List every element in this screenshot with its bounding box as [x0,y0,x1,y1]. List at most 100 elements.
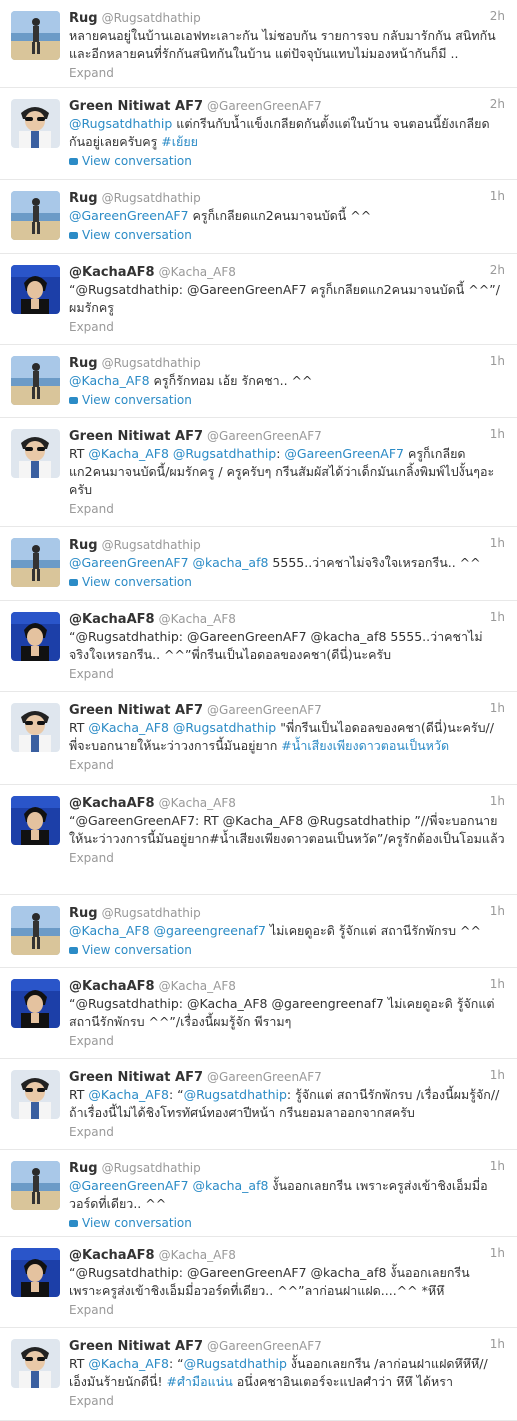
tweet-link[interactable]: @GareenGreenAF7 [69,1178,189,1193]
tweet-item[interactable]: Rug @Rugsatdhathip 1h @GareenGreenAF7 ครู… [0,180,517,254]
avatar[interactable] [11,11,60,60]
tweet-item[interactable]: Green Nitiwat AF7 @GareenGreenAF7 1h RT @… [0,418,517,527]
expand-link[interactable]: Expand [69,65,505,81]
tweet-item[interactable]: @KachaAF8 @Kacha_AF8 1h “@Rugsatdhathip: … [0,968,517,1059]
avatar[interactable] [11,1161,60,1210]
author-handle[interactable]: @Kacha_AF8 [159,796,236,810]
author-handle[interactable]: @Rugsatdhathip [102,191,201,205]
view-conversation-link[interactable]: View conversation [69,392,505,408]
avatar[interactable] [11,191,60,240]
view-conversation-link[interactable]: View conversation [69,227,505,243]
avatar[interactable] [11,703,60,752]
author-name[interactable]: Green Nitiwat AF7 [69,99,203,114]
author-name[interactable]: Rug [69,1161,98,1176]
tweet-timestamp[interactable]: 1h [490,188,505,205]
tweet-timestamp[interactable]: 1h [490,1245,505,1262]
view-conversation-link[interactable]: View conversation [69,574,505,590]
tweet-timestamp[interactable]: 1h [490,1158,505,1175]
tweet-timestamp[interactable]: 2h [490,262,505,279]
tweet-link[interactable]: @GareenGreenAF7 [284,446,404,461]
tweet-item[interactable]: Green Nitiwat AF7 @GareenGreenAF7 1h RT @… [0,1328,517,1421]
author-name[interactable]: Green Nitiwat AF7 [69,703,203,718]
tweet-link[interactable]: @GareenGreenAF7 [69,555,189,570]
author-handle[interactable]: @Rugsatdhathip [102,11,201,25]
tweet-item[interactable]: Rug @Rugsatdhathip 2h หลายคนอยู่ในบ้านเอเ… [0,0,517,88]
avatar[interactable] [11,99,60,148]
tweet-timestamp[interactable]: 1h [490,1067,505,1084]
avatar[interactable] [11,1070,60,1119]
tweet-link[interactable]: @Rugsatdhathip [173,446,276,461]
author-handle[interactable]: @Kacha_AF8 [159,979,236,993]
tweet-item[interactable]: Green Nitiwat AF7 @GareenGreenAF7 1h RT @… [0,692,517,785]
tweet-timestamp[interactable]: 1h [490,793,505,810]
author-name[interactable]: @KachaAF8 [69,265,155,280]
tweet-timestamp[interactable]: 1h [490,353,505,370]
tweet-link[interactable]: @Rugsatdhathip [184,1356,287,1371]
expand-link[interactable]: Expand [69,850,505,866]
tweet-timestamp[interactable]: 2h [490,96,505,113]
tweet-link[interactable]: @GareenGreenAF7 [69,208,189,223]
avatar[interactable] [11,906,60,955]
view-conversation-link[interactable]: View conversation [69,942,505,958]
author-name[interactable]: Rug [69,356,98,371]
author-name[interactable]: Rug [69,191,98,206]
tweet-link[interactable]: #ศำมือแน่น [167,1374,233,1389]
tweet-timestamp[interactable]: 1h [490,1336,505,1353]
tweet-item[interactable]: Rug @Rugsatdhathip 1h @Kacha_AF8 @gareeng… [0,895,517,968]
expand-link[interactable]: Expand [69,666,505,682]
tweet-link[interactable]: @Kacha_AF8 [69,923,150,938]
expand-link[interactable]: Expand [69,757,505,773]
author-name[interactable]: Green Nitiwat AF7 [69,429,203,444]
tweet-timestamp[interactable]: 1h [490,903,505,920]
tweet-item[interactable]: @KachaAF8 @Kacha_AF8 2h “@Rugsatdhathip: … [0,254,517,345]
author-handle[interactable]: @GareenGreenAF7 [207,99,322,113]
tweet-timestamp[interactable]: 1h [490,700,505,717]
expand-link[interactable]: Expand [69,319,505,335]
tweet-timestamp[interactable]: 1h [490,426,505,443]
tweet-item[interactable]: Green Nitiwat AF7 @GareenGreenAF7 2h @Rug… [0,88,517,180]
expand-link[interactable]: Expand [69,1124,505,1140]
view-conversation-link[interactable]: View conversation [69,153,505,169]
tweet-link[interactable]: #น้ำเสียงเพียงดาวตอนเป็นหวัด [281,738,449,753]
view-conversation-link[interactable]: View conversation [69,1215,505,1231]
author-handle[interactable]: @Rugsatdhathip [102,1161,201,1175]
tweet-timestamp[interactable]: 1h [490,609,505,626]
tweet-item[interactable]: Rug @Rugsatdhathip 1h @GareenGreenAF7 @ka… [0,1150,517,1237]
author-handle[interactable]: @Rugsatdhathip [102,356,201,370]
avatar[interactable] [11,796,60,845]
author-handle[interactable]: @Kacha_AF8 [159,612,236,626]
tweet-timestamp[interactable]: 2h [490,8,505,25]
author-name[interactable]: Rug [69,906,98,921]
tweet-link[interactable]: #เย้ยย [161,134,198,149]
expand-link[interactable]: Expand [69,1302,505,1318]
author-name[interactable]: Green Nitiwat AF7 [69,1070,203,1085]
author-name[interactable]: Rug [69,11,98,26]
avatar[interactable] [11,1248,60,1297]
author-handle[interactable]: @GareenGreenAF7 [207,703,322,717]
tweet-link[interactable]: @Kacha_AF8 [88,1356,169,1371]
author-handle[interactable]: @Kacha_AF8 [159,265,236,279]
tweet-link[interactable]: @kacha_af8 [193,1178,269,1193]
tweet-item[interactable]: @KachaAF8 @Kacha_AF8 1h “@GareenGreenAF7:… [0,785,517,895]
avatar[interactable] [11,979,60,1028]
author-handle[interactable]: @GareenGreenAF7 [207,1339,322,1353]
author-name[interactable]: @KachaAF8 [69,796,155,811]
tweet-timestamp[interactable]: 1h [490,976,505,993]
avatar[interactable] [11,612,60,661]
author-name[interactable]: @KachaAF8 [69,1248,155,1263]
avatar[interactable] [11,538,60,587]
author-name[interactable]: @KachaAF8 [69,612,155,627]
tweet-item[interactable]: @KachaAF8 @Kacha_AF8 1h “@Rugsatdhathip: … [0,1237,517,1328]
expand-link[interactable]: Expand [69,501,505,517]
avatar[interactable] [11,356,60,405]
expand-link[interactable]: Expand [69,1033,505,1049]
author-handle[interactable]: @GareenGreenAF7 [207,429,322,443]
tweet-link[interactable]: @Kacha_AF8 [88,720,169,735]
tweet-item[interactable]: Green Nitiwat AF7 @GareenGreenAF7 1h RT @… [0,1059,517,1150]
avatar[interactable] [11,1339,60,1388]
avatar[interactable] [11,265,60,314]
tweet-timestamp[interactable]: 1h [490,535,505,552]
author-name[interactable]: @KachaAF8 [69,979,155,994]
author-name[interactable]: Green Nitiwat AF7 [69,1339,203,1354]
tweet-link[interactable]: @Rugsatdhathip [69,116,172,131]
